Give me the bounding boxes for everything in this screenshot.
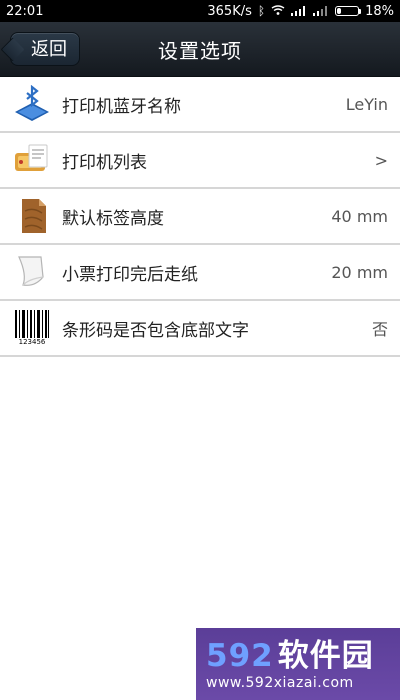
- battery-fill: [337, 8, 341, 14]
- printer-list-icon: [12, 140, 52, 180]
- setting-label: 条形码是否包含底部文字: [62, 320, 249, 341]
- watermark-logo: 592 软件园 www.592xiazai.com: [196, 628, 400, 700]
- setting-label: 小票打印完后走纸: [62, 264, 198, 285]
- setting-barcode-bottom-text[interactable]: 123456 条形码是否包含底部文字 否: [0, 301, 400, 357]
- setting-printer-bluetooth-name[interactable]: 打印机蓝牙名称 LeYin: [0, 77, 400, 133]
- battery-tip: [359, 9, 362, 14]
- settings-list: 打印机蓝牙名称 LeYin 打印机列表 > 默认标签高度 40 mm 小票打印完…: [0, 77, 400, 357]
- status-bar: 22:01 365K/s ᛒ 18%: [0, 0, 400, 22]
- setting-label: 默认标签高度: [62, 208, 164, 229]
- paper-feed-icon: [12, 252, 52, 292]
- signal-icon: [291, 5, 307, 18]
- watermark-brand: 软件园: [277, 638, 374, 674]
- status-time: 22:01: [6, 3, 44, 19]
- back-button[interactable]: 返回: [0, 32, 80, 66]
- setting-value: 20 mm: [331, 262, 388, 282]
- watermark-title: 592 软件园: [206, 639, 390, 673]
- label-height-icon: [12, 196, 52, 236]
- bluetooth-printer-icon: [12, 84, 52, 124]
- back-button-label: 返回: [31, 39, 67, 60]
- network-speed: 365K/s: [207, 3, 252, 19]
- barcode-caption: 123456: [18, 338, 46, 346]
- setting-value: LeYin: [345, 94, 388, 114]
- app-screen: 22:01 365K/s ᛒ 18% 返回 设置选项 打印机蓝牙名称 LeYin…: [0, 0, 400, 700]
- watermark-url: www.592xiazai.com: [206, 675, 354, 691]
- watermark-number: 592: [206, 638, 274, 674]
- signal-icon-secondary: [313, 5, 329, 18]
- bluetooth-icon: ᛒ: [257, 4, 266, 18]
- setting-label: 打印机列表: [62, 152, 147, 173]
- setting-value: 否: [371, 320, 388, 339]
- battery-percent: 18%: [365, 3, 394, 19]
- chevron-right-icon: >: [374, 150, 388, 170]
- back-arrow-icon: [0, 37, 25, 62]
- battery-icon: [335, 6, 362, 16]
- wifi-icon: [271, 5, 285, 17]
- status-indicators: 365K/s ᛒ 18%: [207, 4, 394, 19]
- page-title: 设置选项: [158, 38, 242, 63]
- header-bar: 返回 设置选项: [0, 22, 400, 77]
- setting-printer-list[interactable]: 打印机列表 >: [0, 133, 400, 189]
- setting-label: 打印机蓝牙名称: [62, 96, 181, 117]
- barcode-icon: 123456: [12, 308, 52, 348]
- setting-receipt-paper-feed[interactable]: 小票打印完后走纸 20 mm: [0, 245, 400, 301]
- setting-value: 40 mm: [331, 206, 388, 226]
- setting-default-label-height[interactable]: 默认标签高度 40 mm: [0, 189, 400, 245]
